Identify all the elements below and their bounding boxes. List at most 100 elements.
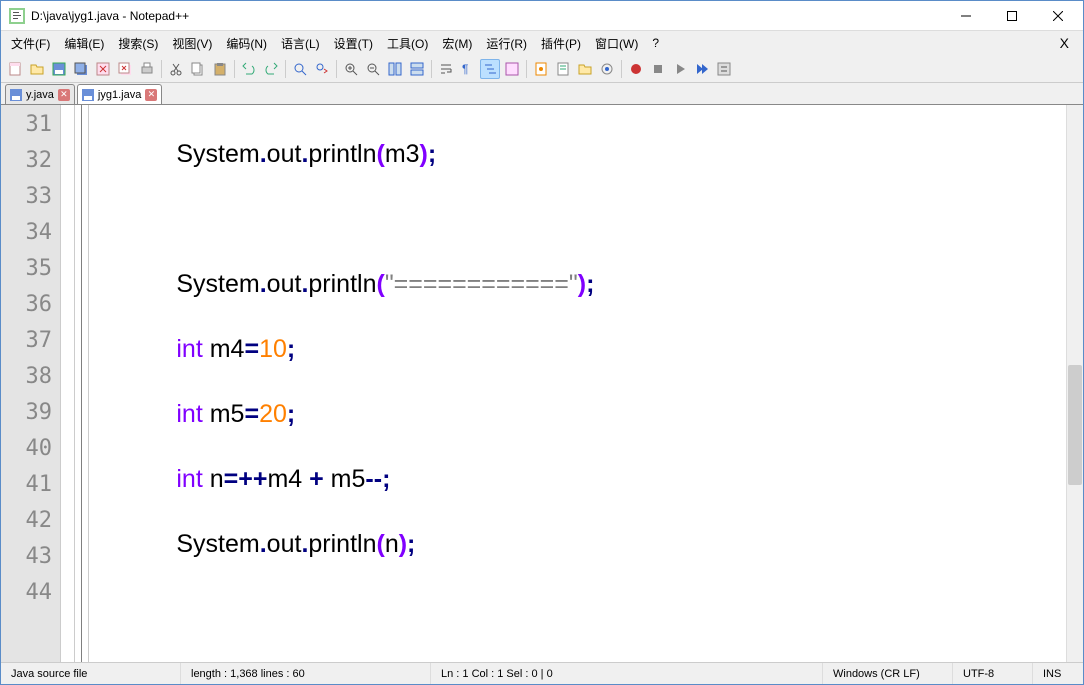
code-line[interactable]: System.out.println("============"); xyxy=(93,656,1066,662)
menu-settings[interactable]: 设置(T) xyxy=(328,33,379,54)
stop-icon[interactable] xyxy=(648,59,668,79)
menu-view[interactable]: 视图(V) xyxy=(166,33,218,54)
zoom-in-icon[interactable] xyxy=(341,59,361,79)
menu-plugins[interactable]: 插件(P) xyxy=(535,33,587,54)
svg-text:¶: ¶ xyxy=(462,62,468,76)
code-line[interactable]: System.out.println(m3); xyxy=(93,136,1066,172)
copy-icon[interactable] xyxy=(188,59,208,79)
code-line[interactable]: int m5=20; xyxy=(93,396,1066,432)
open-file-icon[interactable] xyxy=(27,59,47,79)
toolbar-separator xyxy=(621,60,622,78)
line-number: 32 xyxy=(1,143,60,179)
toolbar-separator xyxy=(161,60,162,78)
zoom-out-icon[interactable] xyxy=(363,59,383,79)
save-macro-icon[interactable] xyxy=(714,59,734,79)
code-line[interactable]: System.out.println(n); xyxy=(93,526,1066,562)
menu-file[interactable]: 文件(F) xyxy=(5,33,56,54)
tab-close-icon[interactable]: ✕ xyxy=(145,89,157,101)
menu-close-x[interactable]: X xyxy=(1050,33,1079,53)
tab-y-java[interactable]: y.java ✕ xyxy=(5,84,75,104)
toolbar-separator xyxy=(234,60,235,78)
titlebar: D:\java\jyg1.java - Notepad++ xyxy=(1,1,1083,31)
status-position: Ln : 1 Col : 1 Sel : 0 | 0 xyxy=(431,663,823,684)
redo-icon[interactable] xyxy=(261,59,281,79)
line-number: 42 xyxy=(1,503,60,539)
line-number: 33 xyxy=(1,179,60,215)
print-icon[interactable] xyxy=(137,59,157,79)
save-all-icon[interactable] xyxy=(71,59,91,79)
menu-help[interactable]: ? xyxy=(646,34,665,52)
wordwrap-icon[interactable] xyxy=(436,59,456,79)
lang-icon[interactable] xyxy=(502,59,522,79)
replace-icon[interactable] xyxy=(312,59,332,79)
menubar: 文件(F) 编辑(E) 搜索(S) 视图(V) 编码(N) 语言(L) 设置(T… xyxy=(1,31,1083,55)
menu-tools[interactable]: 工具(O) xyxy=(381,33,434,54)
code-line[interactable] xyxy=(93,201,1066,237)
folder-icon[interactable] xyxy=(575,59,595,79)
toolbar-separator xyxy=(431,60,432,78)
line-number: 36 xyxy=(1,287,60,323)
save-icon[interactable] xyxy=(49,59,69,79)
menu-run[interactable]: 运行(R) xyxy=(480,33,533,54)
app-icon xyxy=(9,8,25,24)
toolbar: ¶ xyxy=(1,55,1083,83)
status-eol[interactable]: Windows (CR LF) xyxy=(823,663,953,684)
line-number: 35 xyxy=(1,251,60,287)
disk-icon xyxy=(10,89,22,101)
code-line[interactable]: int m4=10; xyxy=(93,331,1066,367)
line-number: 40 xyxy=(1,431,60,467)
line-number: 43 xyxy=(1,539,60,575)
menu-search[interactable]: 搜索(S) xyxy=(112,33,164,54)
status-length: length : 1,368 lines : 60 xyxy=(181,663,431,684)
cut-icon[interactable] xyxy=(166,59,186,79)
indent-guide-icon[interactable] xyxy=(480,59,500,79)
close-button[interactable] xyxy=(1035,1,1081,31)
line-number: 39 xyxy=(1,395,60,431)
code-line[interactable]: System.out.println("============"); xyxy=(93,266,1066,302)
line-number: 41 xyxy=(1,467,60,503)
status-encoding[interactable]: UTF-8 xyxy=(953,663,1033,684)
line-number: 37 xyxy=(1,323,60,359)
status-filetype: Java source file xyxy=(1,663,181,684)
minimize-button[interactable] xyxy=(943,1,989,31)
undo-icon[interactable] xyxy=(239,59,259,79)
line-number: 34 xyxy=(1,215,60,251)
sync-v-icon[interactable] xyxy=(385,59,405,79)
sync-h-icon[interactable] xyxy=(407,59,427,79)
disk-icon xyxy=(82,89,94,101)
menu-window[interactable]: 窗口(W) xyxy=(589,33,644,54)
find-icon[interactable] xyxy=(290,59,310,79)
status-mode[interactable]: INS xyxy=(1033,663,1083,684)
play-multi-icon[interactable] xyxy=(692,59,712,79)
paste-icon[interactable] xyxy=(210,59,230,79)
tabbar: y.java ✕ jyg1.java ✕ xyxy=(1,83,1083,105)
tab-jyg1-java[interactable]: jyg1.java ✕ xyxy=(77,84,162,104)
code-line[interactable] xyxy=(93,591,1066,627)
monitor-icon[interactable] xyxy=(597,59,617,79)
menu-edit[interactable]: 编辑(E) xyxy=(58,33,110,54)
new-file-icon[interactable] xyxy=(5,59,25,79)
close-file-icon[interactable] xyxy=(93,59,113,79)
play-icon[interactable] xyxy=(670,59,690,79)
toolbar-separator xyxy=(526,60,527,78)
vertical-scrollbar[interactable] xyxy=(1066,105,1083,662)
func-list-icon[interactable] xyxy=(553,59,573,79)
doc-map-icon[interactable] xyxy=(531,59,551,79)
tab-close-icon[interactable]: ✕ xyxy=(58,89,70,101)
code-area[interactable]: System.out.println(m3); System.out.print… xyxy=(89,105,1066,662)
fold-margin xyxy=(75,105,89,662)
menu-language[interactable]: 语言(L) xyxy=(275,33,326,54)
menu-encoding[interactable]: 编码(N) xyxy=(220,33,273,54)
menu-macro[interactable]: 宏(M) xyxy=(436,33,478,54)
window-controls xyxy=(943,1,1081,31)
show-all-chars-icon[interactable]: ¶ xyxy=(458,59,478,79)
code-line[interactable]: int n=++m4 + m5--; xyxy=(93,461,1066,497)
maximize-button[interactable] xyxy=(989,1,1035,31)
scrollbar-thumb[interactable] xyxy=(1068,365,1082,485)
toolbar-separator xyxy=(285,60,286,78)
record-icon[interactable] xyxy=(626,59,646,79)
close-all-icon[interactable] xyxy=(115,59,135,79)
line-number: 31 xyxy=(1,107,60,143)
tab-label: jyg1.java xyxy=(98,89,141,101)
editor[interactable]: 31 32 33 34 35 36 37 38 39 40 41 42 43 4… xyxy=(1,105,1083,662)
